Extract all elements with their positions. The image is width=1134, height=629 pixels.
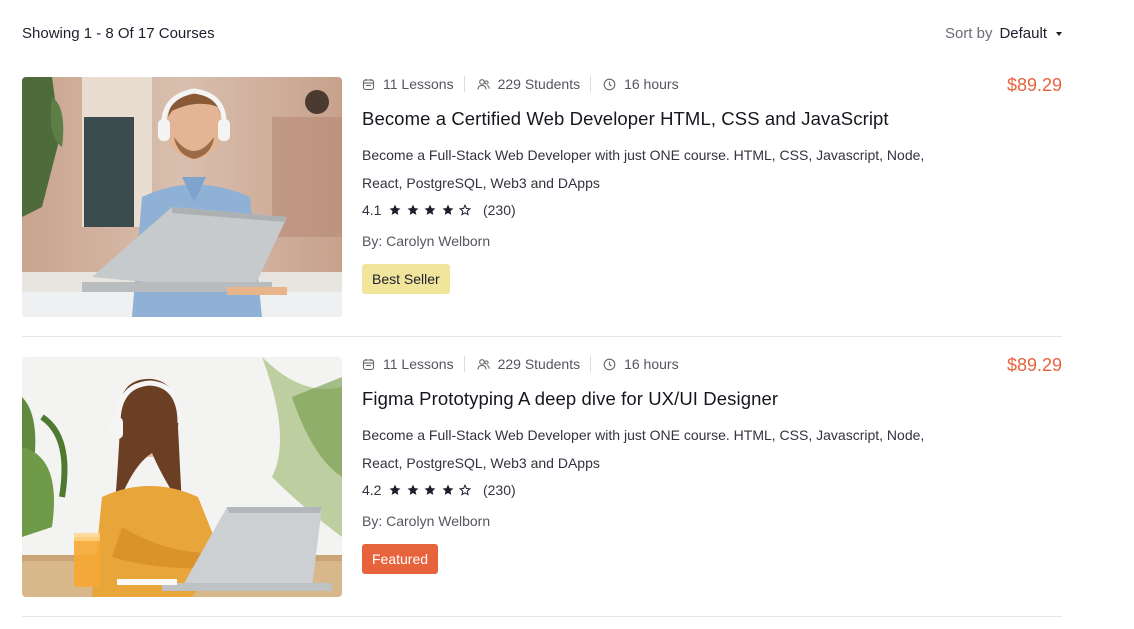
star-filled-icon (442, 204, 454, 216)
rating-value: 4.2 (362, 482, 382, 498)
star-filled-icon (389, 204, 401, 216)
caret-down-icon[interactable] (1056, 31, 1062, 36)
clock-icon (603, 358, 616, 371)
students-count: 229 Students (477, 356, 580, 372)
star-filled-icon (407, 204, 419, 216)
course-info: 11 Lessons 229 Students 16 hours $89.29 … (362, 75, 1062, 317)
duration: 16 hours (603, 76, 679, 92)
lessons-icon (362, 78, 375, 91)
course-meta: 11 Lessons 229 Students 16 hours (362, 356, 679, 372)
students-icon (477, 78, 490, 91)
featured-badge: Featured (362, 544, 439, 574)
meta-divider (463, 76, 465, 92)
course-card: 11 Lessons 229 Students 16 hours $89.29 … (22, 75, 1062, 337)
star-empty-icon (459, 484, 472, 496)
course-description: Become a Full-Stack Web Developer with j… (362, 427, 925, 471)
rating-stars (389, 204, 477, 216)
rating-stars (389, 484, 477, 496)
rating-count: (230) (482, 482, 516, 498)
course-price: $89.29 (1006, 75, 1062, 95)
duration: 16 hours (603, 356, 679, 372)
list-toolbar: Showing 1 - 8 Of 17 Courses Sort by Defa… (22, 22, 1062, 44)
sort-dropdown[interactable]: Sort by Default (945, 25, 1062, 42)
course-thumbnail[interactable] (22, 77, 342, 317)
course-title[interactable]: Become a Certified Web Developer HTML, C… (362, 108, 1062, 130)
result-count: Showing 1 - 8 Of 17 Courses (22, 24, 215, 42)
meta-divider (463, 356, 465, 372)
course-info: 11 Lessons 229 Students 16 hours $89.29 … (362, 355, 1062, 597)
star-filled-icon (424, 204, 436, 216)
course-rating: 4.2 (230) (362, 482, 516, 498)
course-author: By: Carolyn Welborn (362, 513, 491, 529)
lessons-count: 11 Lessons (362, 356, 454, 372)
star-filled-icon (424, 484, 436, 496)
clock-icon (603, 78, 616, 91)
students-icon (477, 358, 490, 371)
star-filled-icon (442, 484, 454, 496)
students-count: 229 Students (477, 76, 580, 92)
lessons-icon (362, 358, 375, 371)
sort-value[interactable]: Default (999, 25, 1047, 42)
rating-value: 4.1 (362, 202, 382, 218)
meta-divider (590, 356, 592, 372)
course-title[interactable]: Figma Prototyping A deep dive for UX/UI … (362, 388, 1062, 410)
course-description: Become a Full-Stack Web Developer with j… (362, 147, 925, 191)
star-filled-icon (389, 484, 401, 496)
course-thumbnail[interactable] (22, 357, 342, 597)
course-author: By: Carolyn Welborn (362, 233, 491, 249)
best-seller-badge: Best Seller (362, 264, 450, 294)
sort-label: Sort by (944, 24, 993, 42)
course-rating: 4.1 (230) (362, 202, 516, 218)
course-list-page: Showing 1 - 8 Of 17 Courses Sort by Defa… (0, 0, 1134, 629)
meta-divider (590, 76, 592, 92)
lessons-count: 11 Lessons (362, 76, 454, 92)
star-filled-icon (407, 484, 419, 496)
star-empty-icon (459, 204, 472, 216)
course-card: 11 Lessons 229 Students 16 hours $89.29 … (22, 355, 1062, 617)
course-price: $89.29 (1006, 355, 1062, 375)
course-meta: 11 Lessons 229 Students 16 hours (362, 76, 679, 92)
rating-count: (230) (482, 202, 516, 218)
